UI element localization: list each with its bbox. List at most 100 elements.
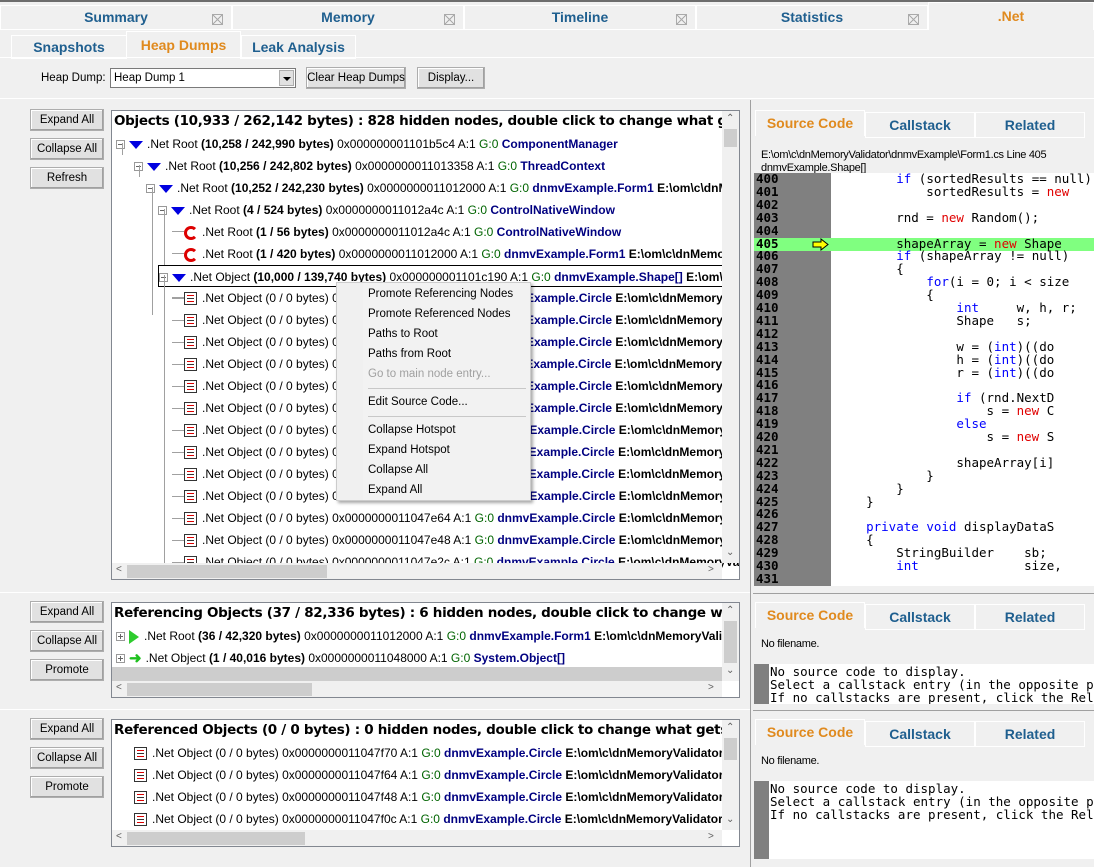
subtab-heap-dumps[interactable]: Heap Dumps: [126, 31, 241, 59]
horizontal-scrollbar[interactable]: < >: [112, 563, 722, 579]
scroll-left-icon[interactable]: <: [116, 564, 122, 575]
horizontal-scrollbar[interactable]: < >: [112, 830, 722, 846]
collapse-icon[interactable]: [146, 184, 155, 194]
node-class: ControlNativeWindow: [496, 225, 622, 239]
tree-row[interactable]: .Net Root (10,258 / 242,990 bytes) 0x000…: [116, 133, 618, 155]
scrollbar-thumb[interactable]: [127, 565, 327, 578]
tab-callstack[interactable]: Callstack: [865, 112, 975, 138]
collapse-icon[interactable]: [116, 140, 125, 150]
menu-item-paths-from-root[interactable]: Paths from Root: [368, 344, 451, 364]
source-code-view[interactable]: 400 if (sortedResults == null) 401 sorted…: [754, 173, 1094, 586]
collapse-all-button[interactable]: Collapse All: [30, 138, 104, 160]
close-icon[interactable]: [212, 14, 223, 25]
heap-dump-select[interactable]: Heap Dump 1: [110, 68, 296, 88]
expand-all-button[interactable]: Expand All: [30, 601, 104, 623]
scrollbar-thumb[interactable]: [724, 738, 737, 760]
tab-dotnet[interactable]: .Net: [928, 2, 1094, 30]
tab-callstack[interactable]: Callstack: [865, 721, 975, 747]
scroll-left-icon[interactable]: <: [116, 682, 122, 693]
tree-row[interactable]: .Net Object (0 / 0 bytes) 0x000000001104…: [184, 529, 739, 551]
scrollbar-thumb[interactable]: [127, 832, 305, 845]
clear-heap-dumps-button[interactable]: Clear Heap Dumps: [306, 67, 406, 89]
tree-row[interactable]: .Net Object (0 / 0 bytes) 0x000000001104…: [134, 808, 739, 830]
node-generation: G:0: [509, 181, 533, 195]
tab-callstack[interactable]: Callstack: [865, 604, 975, 630]
vertical-scrollbar[interactable]: ⌃ ⌄: [722, 603, 739, 681]
scrollbar-thumb[interactable]: [127, 683, 312, 696]
tab-timeline[interactable]: Timeline: [464, 5, 696, 30]
tree-row[interactable]: .Net Object (0 / 0 bytes) 0x000000001104…: [134, 786, 739, 808]
menu-item-promote-referencing[interactable]: Promote Referencing Nodes: [368, 284, 513, 304]
subtab-leak-analysis[interactable]: Leak Analysis: [241, 35, 356, 59]
expand-all-button[interactable]: Expand All: [30, 718, 104, 740]
tree-row[interactable]: .Net Root (36 / 42,320 bytes) 0x00000000…: [116, 625, 739, 647]
menu-item-expand-all[interactable]: Expand All: [368, 480, 422, 500]
menu-item-edit-source[interactable]: Edit Source Code...: [368, 392, 468, 412]
menu-item-expand-hotspot[interactable]: Expand Hotspot: [368, 440, 450, 460]
tree-row[interactable]: .Net Root (10,256 / 242,802 bytes) 0x000…: [134, 155, 605, 177]
tab-label: Memory: [321, 9, 375, 25]
menu-item-collapse-all[interactable]: Collapse All: [368, 460, 428, 480]
node-kind: .Net Object: [202, 533, 266, 547]
menu-item-promote-referenced[interactable]: Promote Referenced Nodes: [368, 304, 511, 324]
promote-button[interactable]: Promote: [30, 659, 104, 681]
tab-statistics[interactable]: Statistics: [696, 5, 928, 30]
scroll-down-icon[interactable]: ⌄: [726, 547, 734, 558]
scrollbar-thumb[interactable]: [724, 129, 737, 147]
refresh-button[interactable]: Refresh: [30, 167, 104, 189]
tab-related[interactable]: Related: [975, 721, 1085, 747]
source-code-view[interactable]: No source code to display. Select a call…: [754, 664, 1094, 704]
vertical-scrollbar[interactable]: ⌃ ⌄: [722, 720, 739, 830]
scroll-up-icon[interactable]: ⌃: [726, 113, 734, 124]
menu-item-paths-to-root[interactable]: Paths to Root: [368, 324, 438, 344]
scroll-right-icon[interactable]: >: [708, 831, 714, 842]
close-icon[interactable]: [444, 14, 455, 25]
scroll-up-icon[interactable]: ⌃: [726, 605, 734, 616]
close-icon[interactable]: [908, 14, 919, 25]
expand-icon[interactable]: [116, 632, 125, 642]
subtab-snapshots[interactable]: Snapshots: [11, 35, 127, 59]
tab-source-code[interactable]: Source Code: [755, 110, 865, 136]
node-counts: (0 / 0 bytes): [265, 445, 333, 459]
referenced-objects-tree[interactable]: Referenced Objects (0 / 0 bytes) : 0 hid…: [111, 719, 740, 847]
vertical-scrollbar[interactable]: ⌃ ⌄: [722, 111, 739, 563]
promote-button[interactable]: Promote: [30, 776, 104, 798]
tree-row[interactable]: .Net Object (0 / 0 bytes) 0x000000001104…: [184, 507, 739, 529]
chevron-down-icon[interactable]: [279, 70, 294, 86]
scroll-right-icon[interactable]: >: [708, 564, 714, 575]
scroll-up-icon[interactable]: ⌃: [726, 722, 734, 733]
node-generation: G:0: [467, 203, 491, 217]
scroll-right-icon[interactable]: >: [708, 682, 714, 693]
node-address: 0x0000000011012a4c A:1: [325, 203, 468, 217]
tree-row[interactable]: .Net Root (10,252 / 242,230 bytes) 0x000…: [146, 177, 739, 199]
expand-all-button[interactable]: Expand All: [30, 109, 104, 131]
tab-source-code[interactable]: Source Code: [755, 602, 865, 628]
scroll-left-icon[interactable]: <: [116, 831, 122, 842]
tree-row[interactable]: .Net Object (0 / 0 bytes) 0x000000001104…: [134, 764, 739, 786]
tab-related[interactable]: Related: [975, 604, 1085, 630]
tree-row[interactable]: .Net Root (1 / 56 bytes) 0x0000000011012…: [184, 221, 621, 243]
collapse-all-button[interactable]: Collapse All: [30, 630, 104, 652]
tree-row[interactable]: ➜ .Net Object (1 / 40,016 bytes) 0x000000…: [116, 647, 565, 669]
tree-row[interactable]: .Net Root (1 / 420 bytes) 0x000000001101…: [184, 243, 739, 265]
collapse-all-button[interactable]: Collapse All: [30, 747, 104, 769]
close-icon[interactable]: [676, 14, 687, 25]
display-button[interactable]: Display...: [417, 67, 485, 89]
tree-row[interactable]: .Net Object (0 / 0 bytes) 0x000000001104…: [134, 742, 739, 764]
tab-related[interactable]: Related: [975, 112, 1085, 138]
menu-item-collapse-hotspot[interactable]: Collapse Hotspot: [368, 420, 456, 440]
collapse-icon[interactable]: [158, 206, 167, 216]
tree-connector-line: [172, 253, 184, 254]
horizontal-scrollbar[interactable]: < >: [112, 681, 722, 697]
source-code-view[interactable]: No source code to display. Select a call…: [754, 781, 1094, 859]
scrollbar-thumb[interactable]: [724, 621, 737, 663]
vertical-splitter[interactable]: [750, 100, 753, 867]
referencing-objects-tree[interactable]: Referencing Objects (37 / 82,336 bytes) …: [111, 602, 740, 698]
expand-icon[interactable]: [116, 654, 125, 664]
tree-row[interactable]: .Net Root (4 / 524 bytes) 0x000000001101…: [158, 199, 615, 221]
tab-summary[interactable]: Summary: [0, 5, 232, 30]
scroll-down-icon[interactable]: ⌄: [726, 814, 734, 825]
scroll-down-icon[interactable]: ⌄: [726, 665, 734, 676]
tab-memory[interactable]: Memory: [232, 5, 464, 30]
tab-source-code[interactable]: Source Code: [755, 719, 865, 745]
